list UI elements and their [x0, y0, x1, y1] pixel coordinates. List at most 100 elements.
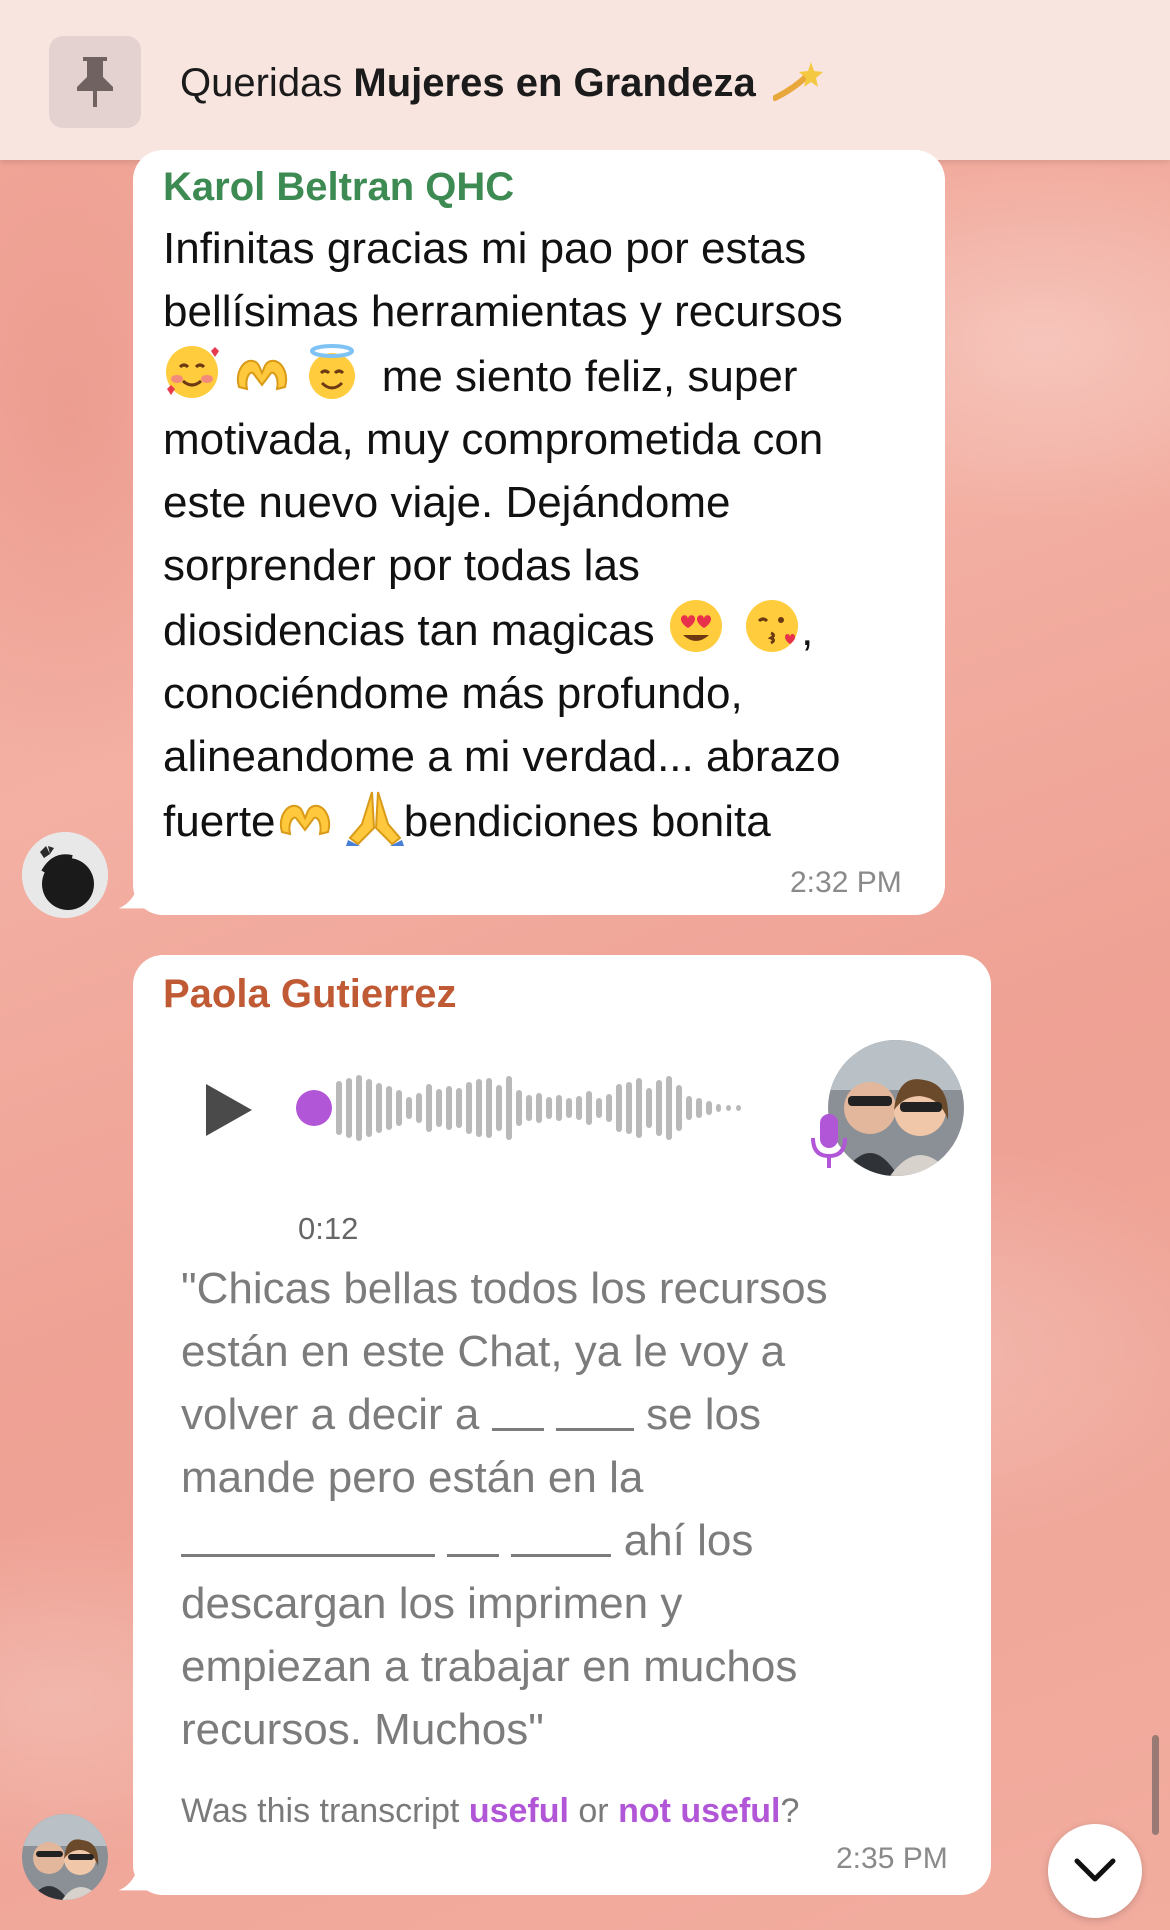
- waveform-bar: [636, 1078, 642, 1138]
- waveform-bar: [406, 1097, 412, 1119]
- message-line-text: diosidencias tan magicas: [163, 606, 655, 655]
- waveform-bar: [446, 1086, 452, 1130]
- transcript-line: empiezan a trabajar en muchos: [181, 1642, 798, 1691]
- waveform-bar: [426, 1084, 432, 1132]
- transcript-line: recursos. Muchos": [181, 1705, 544, 1754]
- waveform-bar: [556, 1095, 562, 1121]
- message-line-text: fuerte: [163, 797, 276, 846]
- heart-eyes-emoji: [667, 597, 725, 655]
- waveform-bar: [626, 1082, 632, 1134]
- redacted-word: [491, 1388, 544, 1431]
- waveform-bar: [666, 1076, 672, 1140]
- waveform-bar: [726, 1105, 731, 1111]
- not-useful-link[interactable]: not useful: [618, 1792, 780, 1830]
- waveform-bar: [386, 1086, 392, 1130]
- message-timestamp: 2:35 PM: [836, 1842, 948, 1875]
- transcript-line: "Chicas bellas todos los recursos: [181, 1264, 828, 1313]
- transcript-line-text: se los: [646, 1390, 762, 1439]
- waveform-bar: [646, 1088, 652, 1128]
- waveform-bar: [486, 1078, 492, 1138]
- heart-hands-emoji: [276, 788, 334, 846]
- waveform-bar: [476, 1079, 482, 1137]
- waveform-bar: [496, 1085, 502, 1131]
- pin-icon: [49, 36, 141, 128]
- waveform-bar: [396, 1090, 402, 1126]
- message-line: fuerte bendiciones bonita: [163, 788, 933, 853]
- message-line-text: me siento feliz, super: [381, 352, 798, 401]
- transcript-line: mande pero están en la: [181, 1453, 644, 1502]
- waveform-bar: [706, 1101, 712, 1115]
- waveform-bar: [566, 1098, 572, 1118]
- bubble-tail: [118, 880, 149, 909]
- transcript-line: ahí los: [181, 1509, 961, 1572]
- transcript-line-text: ahí los: [623, 1516, 754, 1565]
- waveform-bar: [516, 1090, 522, 1126]
- transcript-line: están en este Chat, ya le voy a: [181, 1327, 786, 1376]
- pinned-message-bar[interactable]: Queridas Mujeres en Grandeza: [0, 0, 1170, 160]
- waveform-bar: [456, 1088, 462, 1128]
- smiling-hearts-emoji: [163, 343, 221, 401]
- message-line-text: ,: [801, 606, 814, 655]
- waveform-bar: [536, 1093, 542, 1123]
- feedback-middle: or: [568, 1792, 619, 1830]
- waveform-bar: [336, 1081, 342, 1135]
- folded-hands-emoji: [345, 788, 404, 846]
- waveform-bar: [466, 1082, 472, 1134]
- microphone-icon: [809, 1112, 849, 1177]
- chevron-down-icon: [1074, 1858, 1116, 1882]
- waveform-bar: [346, 1078, 352, 1138]
- redacted-word: [447, 1514, 500, 1557]
- waveform-bar: [676, 1085, 682, 1131]
- waveform-bar: [686, 1096, 692, 1120]
- message-line: alineandome a mi verdad... abrazo: [163, 732, 841, 781]
- message-line: diosidencias tan magicas ,: [163, 597, 933, 662]
- waveform-bar: [586, 1091, 592, 1125]
- voice-transcript: "Chicas bellas todos los recursos están …: [181, 1257, 961, 1761]
- waveform-bar: [576, 1096, 582, 1120]
- waveform-bar: [356, 1075, 362, 1141]
- scrollbar[interactable]: [1152, 1735, 1159, 1835]
- waveform-bar: [616, 1084, 622, 1132]
- transcript-line: descargan los imprimen y: [181, 1579, 683, 1628]
- waveform-bar: [656, 1080, 662, 1136]
- sender-name[interactable]: Paola Gutierrez: [163, 972, 456, 1017]
- transcript-feedback: Was this transcript useful or not useful…: [181, 1792, 799, 1831]
- message-line: sorprender por todas las: [163, 541, 640, 590]
- redacted-word: [555, 1388, 634, 1431]
- transcript-line: volver a decir a se los: [181, 1383, 961, 1446]
- transcript-line-text: volver a decir a: [181, 1390, 480, 1439]
- message-line: conociéndome más profundo,: [163, 669, 743, 718]
- message-line: motivada, muy comprometida con: [163, 415, 824, 464]
- sparkle-emoji: [771, 58, 825, 112]
- redacted-word: [181, 1514, 435, 1557]
- voice-duration: 0:12: [298, 1211, 359, 1246]
- message-line: bellísimas herramientas y recursos: [163, 287, 843, 336]
- waveform-bar: [546, 1097, 552, 1119]
- waveform-bar: [506, 1076, 512, 1140]
- message-line: me siento feliz, super: [163, 343, 933, 408]
- waveform-bar: [436, 1089, 442, 1127]
- useful-link[interactable]: useful: [469, 1792, 569, 1830]
- message-timestamp: 2:32 PM: [790, 866, 902, 899]
- message-line: Infinitas gracias mi pao por estas: [163, 224, 807, 273]
- audio-waveform[interactable]: [292, 1068, 782, 1148]
- heart-hands-emoji: [233, 343, 291, 401]
- waveform-bar: [596, 1098, 602, 1118]
- feedback-suffix: ?: [780, 1792, 800, 1830]
- sender-name[interactable]: Karol Beltran QHC: [163, 165, 514, 210]
- play-icon: [206, 1084, 252, 1136]
- kiss-emoji: [743, 597, 801, 655]
- avatar-karol[interactable]: [22, 832, 108, 918]
- waveform-bar: [696, 1098, 702, 1118]
- waveform-bar: [526, 1095, 532, 1121]
- waveform-bar: [376, 1083, 382, 1133]
- pinned-group-name: Mujeres en Grandeza: [353, 61, 756, 105]
- redacted-word: [511, 1514, 612, 1557]
- feedback-prefix: Was this transcript: [181, 1792, 469, 1830]
- scroll-to-bottom-button[interactable]: [1048, 1824, 1142, 1918]
- message-line: este nuevo viaje. Dejándome: [163, 478, 731, 527]
- avatar-paola[interactable]: [22, 1814, 108, 1900]
- waveform-bar: [366, 1079, 372, 1137]
- play-button[interactable]: [196, 1078, 260, 1142]
- waveform-bar: [606, 1094, 612, 1122]
